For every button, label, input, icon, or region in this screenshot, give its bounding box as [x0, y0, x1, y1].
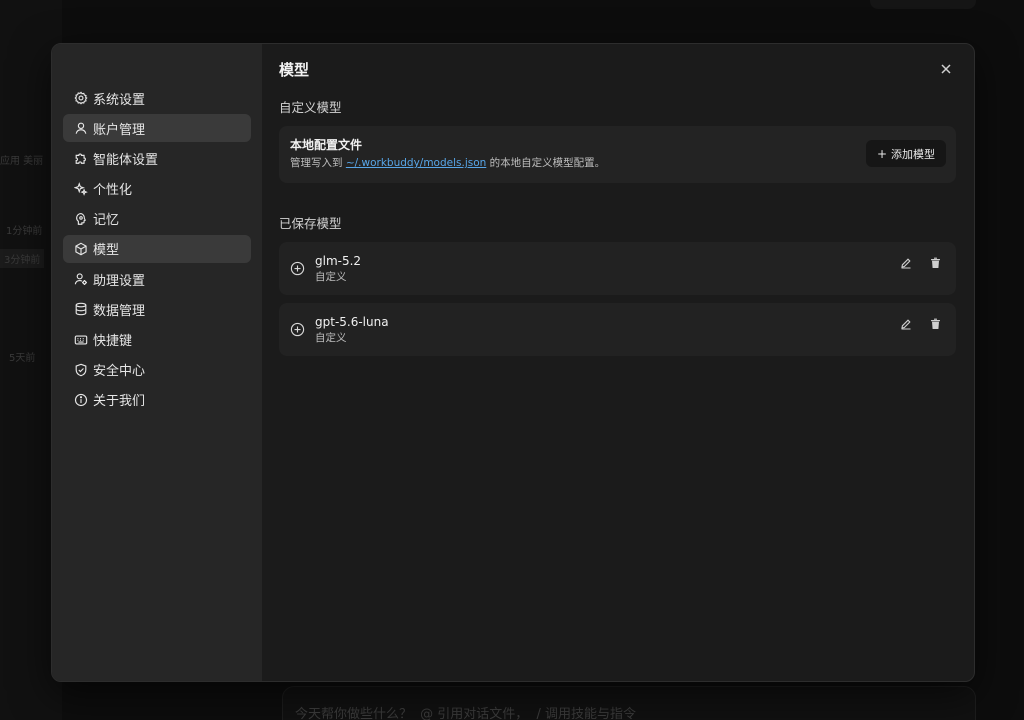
- composer-mention-hint: @ 引用对话文件，: [420, 707, 529, 720]
- nav-item-label: 智能体设置: [93, 152, 159, 168]
- delete-icon[interactable]: [928, 256, 942, 270]
- nav-item-security-center[interactable]: 安全中心: [63, 356, 251, 384]
- nav-item-label: 系统设置: [93, 92, 146, 108]
- close-button[interactable]: [936, 59, 956, 79]
- model-row-actions: [899, 317, 942, 331]
- circle-plus-icon: [290, 261, 305, 276]
- nav-item-shortcuts[interactable]: 快捷键: [63, 326, 251, 354]
- local-config-desc-prefix: 管理写入到: [290, 157, 346, 169]
- info-icon: [74, 393, 88, 407]
- close-icon: [940, 63, 952, 75]
- nav-item-label: 安全中心: [93, 364, 146, 380]
- model-info: gpt-5.6-luna 自定义: [315, 315, 389, 345]
- nav-item-label: 记忆: [93, 213, 120, 229]
- model-name: gpt-5.6-luna: [315, 314, 389, 329]
- nav-item-label: 模型: [93, 243, 120, 259]
- local-config-description: 管理写入到 ~/.workbuddy/models.json 的本地自定义模型配…: [290, 157, 945, 170]
- page-title: 模型: [279, 61, 310, 79]
- puzzle-icon: [74, 151, 88, 165]
- saved-models-section-title: 已保存模型: [279, 216, 342, 231]
- memory-icon: [74, 212, 88, 226]
- user-icon: [74, 121, 88, 135]
- settings-modal: 系统设置 账户管理 智能体设置 个性化 记忆 模型 助理设置 数据管理 快捷键 …: [51, 43, 975, 682]
- background-composer: 今天帮你做些什么？ @ 引用对话文件， / 调用技能与指令: [282, 686, 976, 720]
- shield-icon: [74, 363, 88, 377]
- model-info: glm-5.2 自定义: [315, 254, 361, 284]
- nav-item-system-settings[interactable]: 系统设置: [63, 84, 251, 112]
- nav-item-personalization[interactable]: 个性化: [63, 175, 251, 203]
- nav-item-label: 快捷键: [93, 334, 133, 349]
- model-type: 自定义: [315, 331, 347, 344]
- nav-item-agent-settings[interactable]: 智能体设置: [63, 144, 251, 172]
- nav-item-account[interactable]: 账户管理: [63, 114, 251, 143]
- background-label: 1分钟前: [6, 226, 43, 237]
- keyboard-icon: [74, 333, 88, 347]
- delete-icon[interactable]: [928, 317, 942, 331]
- add-model-button[interactable]: + 添加模型: [865, 140, 946, 167]
- assistant-icon: [74, 272, 88, 286]
- database-icon: [74, 302, 88, 316]
- composer-prompt: 今天帮你做些什么？: [295, 707, 413, 720]
- background-label: 3分钟前: [0, 249, 45, 268]
- cube-icon: [74, 242, 88, 256]
- gear-icon: [74, 91, 88, 105]
- background-label: 5天前: [9, 353, 36, 364]
- sparkle-icon: [74, 181, 88, 196]
- nav-item-label: 助理设置: [93, 273, 146, 289]
- model-type: 自定义: [315, 270, 347, 283]
- models-json-link[interactable]: ~/.workbuddy/models.json: [346, 157, 486, 169]
- local-config-card: 本地配置文件 管理写入到 ~/.workbuddy/models.json 的本…: [279, 126, 956, 183]
- nav-item-memory[interactable]: 记忆: [63, 205, 251, 233]
- add-model-label: 添加模型: [891, 147, 935, 161]
- nav-item-assistant-settings[interactable]: 助理设置: [63, 265, 251, 293]
- nav-item-models[interactable]: 模型: [63, 234, 251, 263]
- edit-icon[interactable]: [899, 256, 913, 270]
- edit-icon[interactable]: [899, 317, 913, 331]
- nav-item-label: 个性化: [93, 183, 133, 199]
- nav-item-label: 数据管理: [93, 303, 146, 319]
- background-label: 应用 美丽: [0, 156, 44, 167]
- composer-slash-hint: / 调用技能与指令: [536, 707, 636, 720]
- nav-item-label: 关于我们: [93, 394, 146, 410]
- circle-plus-icon: [290, 322, 305, 337]
- nav-item-label: 账户管理: [93, 122, 146, 138]
- settings-content: 模型 自定义模型 本地配置文件 管理写入到 ~/.workbuddy/model…: [262, 44, 974, 681]
- local-config-desc-suffix: 的本地自定义模型配置。: [486, 157, 606, 169]
- model-row[interactable]: glm-5.2 自定义: [279, 242, 956, 295]
- background-topbar: [870, 0, 976, 9]
- nav-item-about-us[interactable]: 关于我们: [63, 386, 251, 414]
- model-name: glm-5.2: [315, 253, 362, 268]
- settings-nav: 系统设置 账户管理 智能体设置 个性化 记忆 模型 助理设置 数据管理 快捷键 …: [52, 44, 262, 681]
- plus-icon: +: [876, 146, 887, 161]
- model-row[interactable]: gpt-5.6-luna 自定义: [279, 303, 956, 356]
- nav-item-data-management[interactable]: 数据管理: [63, 295, 251, 323]
- local-config-title: 本地配置文件: [290, 138, 363, 152]
- custom-models-section-title: 自定义模型: [279, 100, 342, 115]
- model-row-actions: [899, 256, 942, 270]
